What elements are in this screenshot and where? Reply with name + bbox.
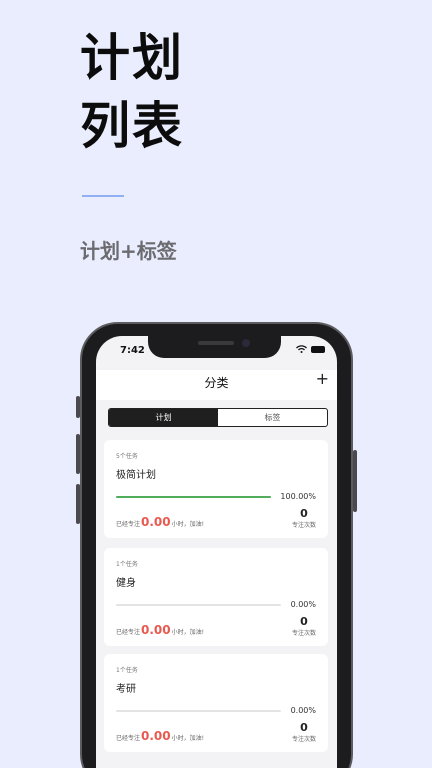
- focus-times-label: 专注次数: [291, 522, 316, 529]
- hero-title: 计划 列表: [80, 24, 184, 160]
- phone-side-button: [76, 396, 80, 418]
- plan-card[interactable]: 1个任务 考研 0.00% 已经专注 0.00 小时，加油! 0 专注次数: [104, 654, 328, 752]
- plan-title: 考研: [116, 684, 136, 695]
- phone-frame: 7:42 分类 + 计划 标签 5个任务 极简计划 100.00% 已经专注 0…: [76, 322, 357, 768]
- status-time: 7:42: [120, 345, 145, 356]
- focus-suffix: 小时，加油!: [171, 735, 205, 742]
- segment-control: 计划 标签: [108, 408, 328, 427]
- plan-title: 健身: [116, 578, 136, 589]
- hero-subtitle: 计划+标签: [80, 239, 177, 263]
- focus-suffix: 小时，加油!: [171, 629, 205, 636]
- focus-times-label: 专注次数: [291, 736, 316, 743]
- hero-title-line2: 列表: [80, 97, 184, 155]
- focus-summary: 已经专注 0.00 小时，加油!: [116, 515, 204, 529]
- focus-times-value: 0: [300, 507, 308, 520]
- focus-times-value: 0: [300, 721, 308, 734]
- focus-hours: 0.00: [141, 729, 171, 743]
- phone-side-button: [76, 434, 80, 474]
- front-camera: [242, 339, 250, 347]
- focus-prefix: 已经专注: [116, 629, 141, 636]
- notch: [148, 336, 281, 358]
- wifi-icon: [296, 345, 307, 353]
- focus-times: 0 专注次数: [291, 615, 316, 638]
- phone-screen: 7:42 分类 + 计划 标签 5个任务 极简计划 100.00% 已经专注 0…: [96, 336, 337, 768]
- tab-plan[interactable]: 计划: [109, 409, 218, 426]
- focus-summary: 已经专注 0.00 小时，加油!: [116, 729, 204, 743]
- phone-side-button: [353, 450, 357, 512]
- add-button[interactable]: +: [316, 371, 329, 387]
- focus-prefix: 已经专注: [116, 521, 141, 528]
- focus-times: 0 专注次数: [291, 507, 316, 530]
- hero-title-line1: 计划: [80, 29, 184, 87]
- task-count: 1个任务: [116, 667, 138, 674]
- focus-hours: 0.00: [141, 515, 171, 529]
- focus-times-value: 0: [300, 615, 308, 628]
- focus-summary: 已经专注 0.00 小时，加油!: [116, 623, 204, 637]
- task-count: 5个任务: [116, 453, 138, 460]
- focus-prefix: 已经专注: [116, 735, 141, 742]
- plan-title: 极简计划: [116, 470, 156, 481]
- battery-icon: [311, 345, 325, 353]
- focus-times-label: 专注次数: [291, 630, 316, 637]
- speaker-grille: [198, 341, 234, 345]
- phone-side-button: [76, 484, 80, 524]
- progress-track: [116, 604, 281, 606]
- task-count: 1个任务: [116, 561, 138, 568]
- plan-card[interactable]: 5个任务 极简计划 100.00% 已经专注 0.00 小时，加油! 0 专注次…: [104, 440, 328, 538]
- page-title: 分类: [204, 376, 229, 390]
- progress-track: [116, 496, 271, 498]
- plan-card[interactable]: 1个任务 健身 0.00% 已经专注 0.00 小时，加油! 0 专注次数: [104, 548, 328, 646]
- progress-percent: 0.00%: [290, 600, 316, 609]
- progress-percent: 100.00%: [280, 492, 316, 501]
- progress-percent: 0.00%: [290, 706, 316, 715]
- progress-fill: [116, 496, 271, 498]
- status-icons: [296, 345, 325, 353]
- focus-times: 0 专注次数: [291, 721, 316, 744]
- tab-tags[interactable]: 标签: [218, 409, 327, 426]
- progress-track: [116, 710, 281, 712]
- focus-hours: 0.00: [141, 623, 171, 637]
- hero-divider: [82, 195, 124, 197]
- focus-suffix: 小时，加油!: [171, 521, 205, 528]
